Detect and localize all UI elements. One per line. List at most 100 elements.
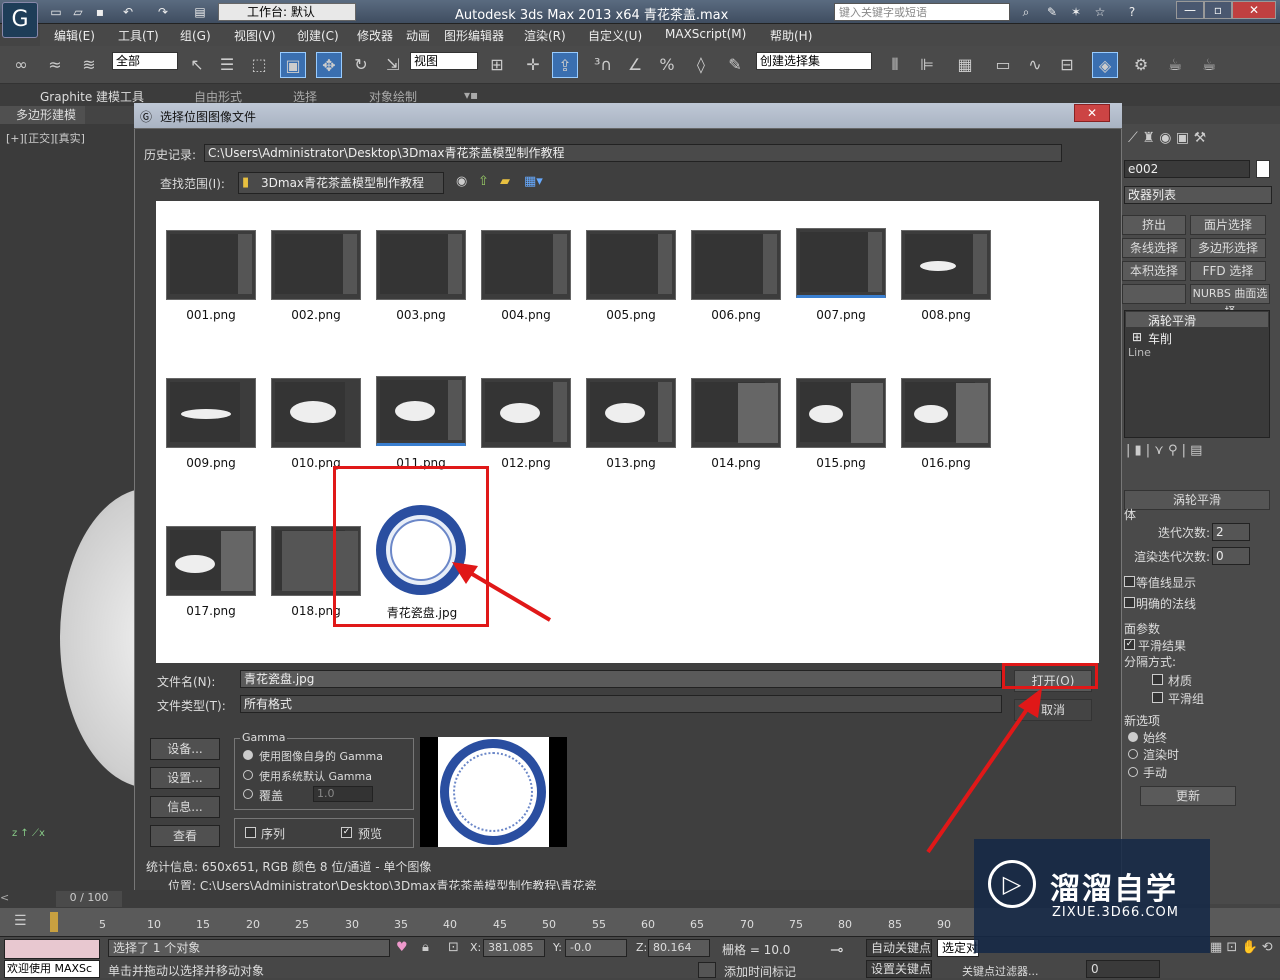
lookin-dropdown[interactable]: 3Dmax青花茶盖模型制作教程	[238, 172, 444, 194]
iterations-input[interactable]: 2	[1212, 523, 1250, 541]
lock-icon[interactable]: 🔒︎	[422, 940, 429, 955]
setup-button[interactable]: 设置...	[150, 767, 220, 789]
explicit-normals-checkbox[interactable]	[1124, 597, 1135, 608]
gamma-system-radio[interactable]	[243, 770, 253, 780]
nurbs-select-button[interactable]: NURBS 曲面选择	[1190, 284, 1270, 318]
sequence-checkbox[interactable]	[245, 827, 256, 838]
align-icon[interactable]: ⊫	[914, 52, 940, 78]
vol-select-button[interactable]: 本积选择	[1122, 261, 1186, 281]
stack-item-turbosmooth[interactable]: 涡轮平滑	[1126, 312, 1268, 328]
material-editor-icon[interactable]: ◈	[1092, 52, 1118, 78]
render-iters-input[interactable]: 0	[1212, 547, 1250, 565]
file-thumb[interactable]	[901, 230, 991, 300]
turbosmooth-rollout[interactable]: 涡轮平滑	[1124, 490, 1270, 510]
workspace-dropdown[interactable]: 工作台: 默认	[218, 3, 356, 21]
file-thumb[interactable]	[796, 228, 886, 298]
x-coord-input[interactable]: 381.085	[483, 939, 545, 957]
track-bar-icon[interactable]: ☰	[14, 913, 27, 929]
file-thumb[interactable]	[586, 230, 676, 300]
spline-select-button[interactable]: 条线选择	[1122, 238, 1186, 258]
z-coord-input[interactable]: 80.164	[648, 939, 710, 957]
file-name[interactable]: 005.png	[586, 308, 676, 322]
file-name[interactable]: 013.png	[586, 456, 676, 470]
selection-filter-dropdown[interactable]: 全部	[112, 52, 178, 70]
when-rendering-radio[interactable]	[1128, 749, 1138, 759]
percent-snap-icon[interactable]: %	[654, 52, 680, 78]
ffd-select-button[interactable]: FFD 选择	[1190, 261, 1266, 281]
tools-icon[interactable]: ✎	[1044, 4, 1060, 20]
scale-icon[interactable]: ⇲	[380, 52, 406, 78]
history-dropdown[interactable]: C:\Users\Administrator\Desktop\3Dmax青花茶盖…	[204, 144, 1062, 162]
time-tag-icon[interactable]	[698, 962, 716, 978]
filename-input[interactable]: 青花瓷盘.jpg	[240, 670, 1002, 688]
select-by-name-icon[interactable]: ☰	[214, 52, 240, 78]
preview-checkbox[interactable]: ✓	[341, 827, 352, 838]
isolate-icon[interactable]: ♥	[396, 940, 408, 955]
stack-item-lathe[interactable]: 车削	[1148, 330, 1172, 347]
named-selection-dropdown[interactable]: 创建选择集	[756, 52, 872, 70]
render-setup-icon[interactable]: ⚙	[1128, 52, 1154, 78]
file-name[interactable]: 016.png	[901, 456, 991, 470]
menu-modifiers[interactable]: 修改器	[357, 27, 393, 44]
reference-coord-dropdown[interactable]: 视图	[410, 52, 478, 70]
time-marker[interactable]	[50, 912, 58, 932]
file-thumb[interactable]	[376, 230, 466, 300]
file-name[interactable]: 003.png	[376, 308, 466, 322]
curve-editor-icon[interactable]: ∿	[1022, 52, 1048, 78]
expand-icon[interactable]: ⊞	[1132, 330, 1142, 344]
stack-tools[interactable]: | ▮ | ⋎ ⚲ | ▤	[1126, 443, 1274, 463]
file-thumb[interactable]	[166, 230, 256, 300]
frame-display[interactable]: 0 / 100	[56, 891, 122, 907]
file-name[interactable]: 006.png	[691, 308, 781, 322]
move-icon[interactable]: ✥	[316, 52, 342, 78]
key-filters-button[interactable]: 关键点过滤器...	[962, 963, 1039, 979]
up-folder-icon[interactable]: ⇧	[478, 174, 489, 189]
select-object-icon[interactable]: ↖	[184, 52, 210, 78]
file-thumb[interactable]	[691, 378, 781, 448]
maximize-button[interactable]: ▫	[1204, 1, 1232, 19]
render-production-icon[interactable]: ☕	[1196, 52, 1222, 78]
binoculars-icon[interactable]: ⌕	[1018, 4, 1034, 20]
star-icon[interactable]: ✶	[1068, 4, 1084, 20]
key-icon[interactable]: ⊸	[830, 940, 843, 959]
file-name[interactable]: 002.png	[271, 308, 361, 322]
info-button[interactable]: 信息...	[150, 796, 220, 818]
command-panel-tabs[interactable]: ⟋ ♜ ◉ ▣ ⚒	[1128, 130, 1276, 152]
view-menu-icon[interactable]: ▦▾	[524, 174, 543, 189]
rendered-frame-icon[interactable]: ☕	[1162, 52, 1188, 78]
manually-radio[interactable]	[1128, 767, 1138, 777]
menu-rendering[interactable]: 渲染(R)	[524, 27, 566, 44]
favorite-icon[interactable]: ☆	[1092, 4, 1108, 20]
time-slider[interactable]	[0, 890, 1120, 908]
unlink-icon[interactable]: ≈	[42, 52, 68, 78]
link-icon[interactable]: ∞	[8, 52, 34, 78]
stack-item-line[interactable]: Line	[1128, 346, 1151, 359]
menu-group[interactable]: 组(G)	[180, 27, 211, 44]
file-name[interactable]: 009.png	[166, 456, 256, 470]
spinner-snap-icon[interactable]: ◊	[688, 52, 714, 78]
schematic-view-icon[interactable]: ⊟	[1054, 52, 1080, 78]
viewport-label[interactable]: [+][正交][真实]	[6, 130, 85, 146]
menu-edit[interactable]: 编辑(E)	[54, 27, 95, 44]
devices-button[interactable]: 设备...	[150, 738, 220, 760]
filetype-dropdown[interactable]: 所有格式	[240, 695, 1002, 713]
file-thumb[interactable]	[481, 230, 571, 300]
file-thumb[interactable]	[271, 230, 361, 300]
file-name[interactable]: 001.png	[166, 308, 256, 322]
file-name[interactable]: 015.png	[796, 456, 886, 470]
file-name[interactable]: 004.png	[481, 308, 571, 322]
update-button[interactable]: 更新	[1140, 786, 1236, 806]
bind-spacewarp-icon[interactable]: ≋	[76, 52, 102, 78]
tab-graphite[interactable]: Graphite 建模工具	[40, 88, 144, 105]
menu-animation[interactable]: 动画	[406, 27, 430, 44]
menu-tools[interactable]: 工具(T)	[118, 27, 159, 44]
isoline-checkbox[interactable]	[1124, 576, 1135, 587]
file-thumb[interactable]	[166, 526, 256, 596]
gamma-override-input[interactable]: 1.0	[313, 786, 373, 802]
layer-manager-icon[interactable]: ▦	[952, 52, 978, 78]
material-checkbox[interactable]	[1152, 674, 1163, 685]
minimize-button[interactable]: —	[1176, 1, 1204, 19]
patch-select-button[interactable]: 面片选择	[1190, 215, 1266, 235]
edit-named-selection-icon[interactable]: ✎	[722, 52, 748, 78]
gamma-image-radio[interactable]	[243, 750, 253, 760]
